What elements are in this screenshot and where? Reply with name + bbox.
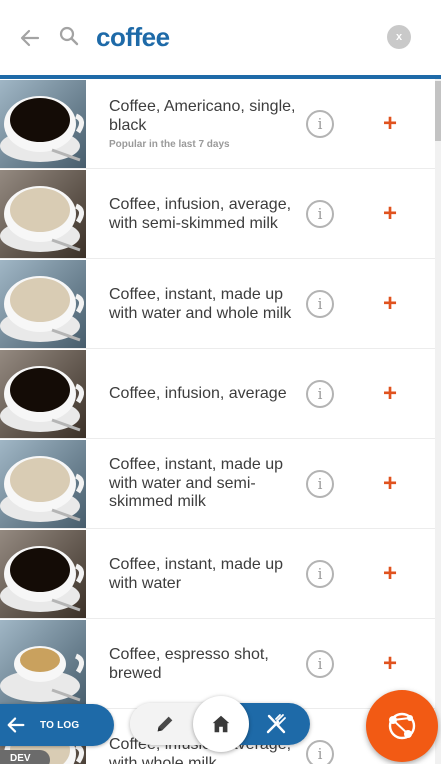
- scrollbar[interactable]: [435, 79, 441, 764]
- info-button[interactable]: i: [306, 650, 334, 678]
- food-name: Coffee, infusion, average: [109, 385, 287, 402]
- info-button[interactable]: i: [306, 560, 334, 588]
- scrollbar-thumb[interactable]: [435, 81, 441, 141]
- result-row[interactable]: Coffee, Americano, single, black Popular …: [0, 79, 435, 169]
- dev-badge: DEV: [0, 750, 50, 764]
- food-photo: [0, 530, 86, 618]
- result-row[interactable]: Coffee, infusion, average, with semi-ski…: [0, 169, 435, 259]
- result-row[interactable]: Coffee, instant, made up with water i +: [0, 529, 435, 619]
- food-photo: [0, 80, 86, 168]
- add-food-button[interactable]: +: [378, 562, 402, 586]
- food-photo: [0, 440, 86, 528]
- food-name: Coffee, instant, made up with water: [109, 556, 284, 592]
- add-food-button[interactable]: +: [378, 292, 402, 316]
- food-name: Coffee, instant, made up with water and …: [109, 286, 292, 322]
- info-button[interactable]: i: [306, 290, 334, 318]
- add-food-button[interactable]: +: [378, 472, 402, 496]
- food-name: Coffee, Americano, single, black: [109, 98, 296, 134]
- food-photo: [0, 350, 86, 438]
- to-log-button[interactable]: TO LOG: [0, 704, 114, 746]
- back-button[interactable]: [14, 22, 46, 54]
- food-name: Coffee, instant, made up with water and …: [109, 456, 284, 510]
- add-food-button[interactable]: +: [378, 382, 402, 406]
- search-header: x: [0, 0, 441, 79]
- food-photo: [0, 260, 86, 348]
- search-icon: [59, 26, 79, 46]
- add-food-button[interactable]: +: [378, 202, 402, 226]
- result-row[interactable]: Coffee, instant, made up with water and …: [0, 439, 435, 529]
- clear-search-button[interactable]: x: [387, 25, 411, 49]
- food-photo: [0, 620, 86, 708]
- food-name: Coffee, espresso shot, brewed: [109, 646, 269, 682]
- results-list[interactable]: Coffee, Americano, single, black Popular …: [0, 79, 435, 764]
- info-button[interactable]: i: [306, 470, 334, 498]
- info-button[interactable]: i: [306, 110, 334, 138]
- food-photo: [0, 170, 86, 258]
- home-icon: [212, 715, 230, 733]
- result-row[interactable]: Coffee, infusion, average i +: [0, 349, 435, 439]
- add-food-button[interactable]: +: [378, 652, 402, 676]
- home-button[interactable]: [193, 696, 249, 752]
- fork-knife-icon: [266, 714, 286, 734]
- result-row[interactable]: Coffee, instant, made up with water and …: [0, 259, 435, 349]
- popular-note: Popular in the last 7 days: [109, 139, 230, 150]
- food-name: Coffee, infusion, average, with semi-ski…: [109, 196, 292, 232]
- info-button[interactable]: i: [306, 740, 334, 764]
- info-button[interactable]: i: [306, 380, 334, 408]
- share-network-icon: [388, 712, 416, 740]
- to-log-label: TO LOG: [40, 719, 80, 731]
- back-arrow-icon: [4, 713, 28, 737]
- app: x Coffee, Americano, single, black Popula…: [0, 0, 441, 764]
- search-input[interactable]: [96, 18, 366, 56]
- pencil-icon: [157, 716, 173, 732]
- back-arrow-icon: [20, 29, 40, 47]
- share-fab[interactable]: [366, 690, 438, 762]
- add-food-button[interactable]: +: [378, 112, 402, 136]
- info-button[interactable]: i: [306, 200, 334, 228]
